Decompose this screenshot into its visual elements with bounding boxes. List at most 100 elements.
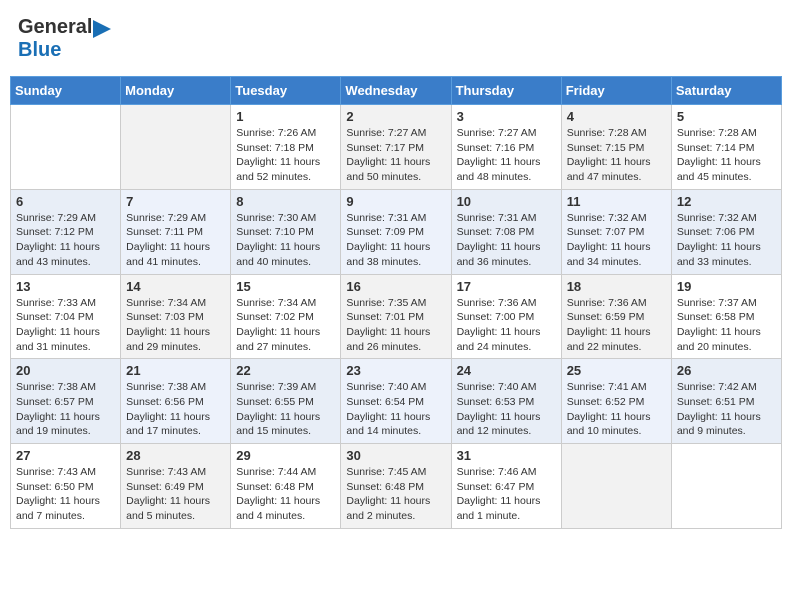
day-number: 14 [126, 279, 225, 294]
calendar-cell: 17Sunrise: 7:36 AM Sunset: 7:00 PM Dayli… [451, 274, 561, 359]
day-info: Sunrise: 7:29 AM Sunset: 7:12 PM Dayligh… [16, 211, 115, 270]
day-number: 1 [236, 109, 335, 124]
page-header: General Blue [10, 10, 782, 68]
calendar-cell: 13Sunrise: 7:33 AM Sunset: 7:04 PM Dayli… [11, 274, 121, 359]
day-number: 28 [126, 448, 225, 463]
header-saturday: Saturday [671, 77, 781, 105]
calendar-cell: 16Sunrise: 7:35 AM Sunset: 7:01 PM Dayli… [341, 274, 451, 359]
calendar-cell: 27 Sunrise: 7:43 AM Sunset: 6:50 PM Dayli… [11, 444, 121, 529]
calendar-cell [671, 444, 781, 529]
calendar-cell: 30 Sunrise: 7:45 AM Sunset: 6:48 PM Dayli… [341, 444, 451, 529]
header-friday: Friday [561, 77, 671, 105]
day-info: Sunrise: 7:39 AM Sunset: 6:55 PM Dayligh… [236, 380, 335, 439]
calendar-cell: 4 Sunrise: 7:28 AM Sunset: 7:15 PM Daylig… [561, 105, 671, 190]
day-number: 2 [346, 109, 445, 124]
header-tuesday: Tuesday [231, 77, 341, 105]
day-info: Sunrise: 7:27 AM Sunset: 7:17 PM Dayligh… [346, 126, 445, 185]
day-number: 16 [346, 279, 445, 294]
calendar-cell: 21Sunrise: 7:38 AM Sunset: 6:56 PM Dayli… [121, 359, 231, 444]
calendar-cell: 26Sunrise: 7:42 AM Sunset: 6:51 PM Dayli… [671, 359, 781, 444]
calendar-cell: 8 Sunrise: 7:30 AM Sunset: 7:10 PM Daylig… [231, 189, 341, 274]
header-sunday: Sunday [11, 77, 121, 105]
header-thursday: Thursday [451, 77, 561, 105]
calendar-cell: 14 Sunrise: 7:34 AM Sunset: 7:03 PM Dayli… [121, 274, 231, 359]
calendar-cell: 23 Sunrise: 7:40 AM Sunset: 6:54 PM Dayli… [341, 359, 451, 444]
day-info: Sunrise: 7:27 AM Sunset: 7:16 PM Dayligh… [457, 126, 556, 185]
day-info: Sunrise: 7:46 AM Sunset: 6:47 PM Dayligh… [457, 465, 556, 524]
day-info: Sunrise: 7:44 AM Sunset: 6:48 PM Dayligh… [236, 465, 335, 524]
day-number: 29 [236, 448, 335, 463]
day-number: 9 [346, 194, 445, 209]
day-info: Sunrise: 7:28 AM Sunset: 7:14 PM Dayligh… [677, 126, 776, 185]
calendar-cell: 15 Sunrise: 7:34 AM Sunset: 7:02 PM Dayli… [231, 274, 341, 359]
week-row-2: 6 Sunrise: 7:29 AM Sunset: 7:12 PM Daylig… [11, 189, 782, 274]
day-info: Sunrise: 7:34 AM Sunset: 7:03 PM Dayligh… [126, 296, 225, 355]
calendar-cell: 9 Sunrise: 7:31 AM Sunset: 7:09 PM Daylig… [341, 189, 451, 274]
day-info: Sunrise: 7:31 AM Sunset: 7:09 PM Dayligh… [346, 211, 445, 270]
day-info: Sunrise: 7:28 AM Sunset: 7:15 PM Dayligh… [567, 126, 666, 185]
calendar-cell: 31Sunrise: 7:46 AM Sunset: 6:47 PM Dayli… [451, 444, 561, 529]
calendar-cell: 18 Sunrise: 7:36 AM Sunset: 6:59 PM Dayli… [561, 274, 671, 359]
calendar-cell: 20Sunrise: 7:38 AM Sunset: 6:57 PM Dayli… [11, 359, 121, 444]
day-number: 25 [567, 363, 666, 378]
day-number: 22 [236, 363, 335, 378]
day-info: Sunrise: 7:34 AM Sunset: 7:02 PM Dayligh… [236, 296, 335, 355]
header-monday: Monday [121, 77, 231, 105]
calendar-cell: 6 Sunrise: 7:29 AM Sunset: 7:12 PM Daylig… [11, 189, 121, 274]
day-info: Sunrise: 7:45 AM Sunset: 6:48 PM Dayligh… [346, 465, 445, 524]
day-number: 4 [567, 109, 666, 124]
day-number: 18 [567, 279, 666, 294]
week-row-5: 27 Sunrise: 7:43 AM Sunset: 6:50 PM Dayli… [11, 444, 782, 529]
calendar-cell: 25 Sunrise: 7:41 AM Sunset: 6:52 PM Dayli… [561, 359, 671, 444]
weekday-header-row: SundayMondayTuesdayWednesdayThursdayFrid… [11, 77, 782, 105]
day-info: Sunrise: 7:32 AM Sunset: 7:06 PM Dayligh… [677, 211, 776, 270]
header-wednesday: Wednesday [341, 77, 451, 105]
day-number: 15 [236, 279, 335, 294]
calendar-cell: 24 Sunrise: 7:40 AM Sunset: 6:53 PM Dayli… [451, 359, 561, 444]
calendar-cell: 11 Sunrise: 7:32 AM Sunset: 7:07 PM Dayli… [561, 189, 671, 274]
day-number: 8 [236, 194, 335, 209]
logo-text-blue: Blue [18, 39, 61, 61]
logo-text-general: General [18, 16, 92, 39]
calendar-cell: 12 Sunrise: 7:32 AM Sunset: 7:06 PM Dayli… [671, 189, 781, 274]
calendar-cell [121, 105, 231, 190]
day-number: 13 [16, 279, 115, 294]
calendar-cell: 3Sunrise: 7:27 AM Sunset: 7:16 PM Daylig… [451, 105, 561, 190]
calendar-cell [561, 444, 671, 529]
day-number: 20 [16, 363, 115, 378]
day-info: Sunrise: 7:31 AM Sunset: 7:08 PM Dayligh… [457, 211, 556, 270]
calendar-cell: 28 Sunrise: 7:43 AM Sunset: 6:49 PM Dayli… [121, 444, 231, 529]
calendar-cell: 2 Sunrise: 7:27 AM Sunset: 7:17 PM Daylig… [341, 105, 451, 190]
day-number: 30 [346, 448, 445, 463]
day-info: Sunrise: 7:32 AM Sunset: 7:07 PM Dayligh… [567, 211, 666, 270]
day-info: Sunrise: 7:42 AM Sunset: 6:51 PM Dayligh… [677, 380, 776, 439]
day-number: 6 [16, 194, 115, 209]
day-number: 23 [346, 363, 445, 378]
day-info: Sunrise: 7:30 AM Sunset: 7:10 PM Dayligh… [236, 211, 335, 270]
calendar-cell: 1 Sunrise: 7:26 AM Sunset: 7:18 PM Daylig… [231, 105, 341, 190]
calendar-cell: 7Sunrise: 7:29 AM Sunset: 7:11 PM Daylig… [121, 189, 231, 274]
day-number: 10 [457, 194, 556, 209]
day-number: 7 [126, 194, 225, 209]
day-info: Sunrise: 7:36 AM Sunset: 6:59 PM Dayligh… [567, 296, 666, 355]
calendar-cell: 29 Sunrise: 7:44 AM Sunset: 6:48 PM Dayli… [231, 444, 341, 529]
day-info: Sunrise: 7:43 AM Sunset: 6:50 PM Dayligh… [16, 465, 115, 524]
day-info: Sunrise: 7:26 AM Sunset: 7:18 PM Dayligh… [236, 126, 335, 185]
day-info: Sunrise: 7:41 AM Sunset: 6:52 PM Dayligh… [567, 380, 666, 439]
calendar-table: SundayMondayTuesdayWednesdayThursdayFrid… [10, 76, 782, 529]
day-number: 11 [567, 194, 666, 209]
calendar-cell: 10 Sunrise: 7:31 AM Sunset: 7:08 PM Dayli… [451, 189, 561, 274]
day-number: 24 [457, 363, 556, 378]
week-row-4: 20Sunrise: 7:38 AM Sunset: 6:57 PM Dayli… [11, 359, 782, 444]
week-row-1: 1 Sunrise: 7:26 AM Sunset: 7:18 PM Daylig… [11, 105, 782, 190]
calendar-cell [11, 105, 121, 190]
day-info: Sunrise: 7:43 AM Sunset: 6:49 PM Dayligh… [126, 465, 225, 524]
day-info: Sunrise: 7:40 AM Sunset: 6:54 PM Dayligh… [346, 380, 445, 439]
calendar-cell: 5 Sunrise: 7:28 AM Sunset: 7:14 PM Daylig… [671, 105, 781, 190]
day-number: 5 [677, 109, 776, 124]
day-info: Sunrise: 7:40 AM Sunset: 6:53 PM Dayligh… [457, 380, 556, 439]
week-row-3: 13Sunrise: 7:33 AM Sunset: 7:04 PM Dayli… [11, 274, 782, 359]
day-number: 12 [677, 194, 776, 209]
day-number: 27 [16, 448, 115, 463]
logo: General Blue [18, 16, 111, 62]
